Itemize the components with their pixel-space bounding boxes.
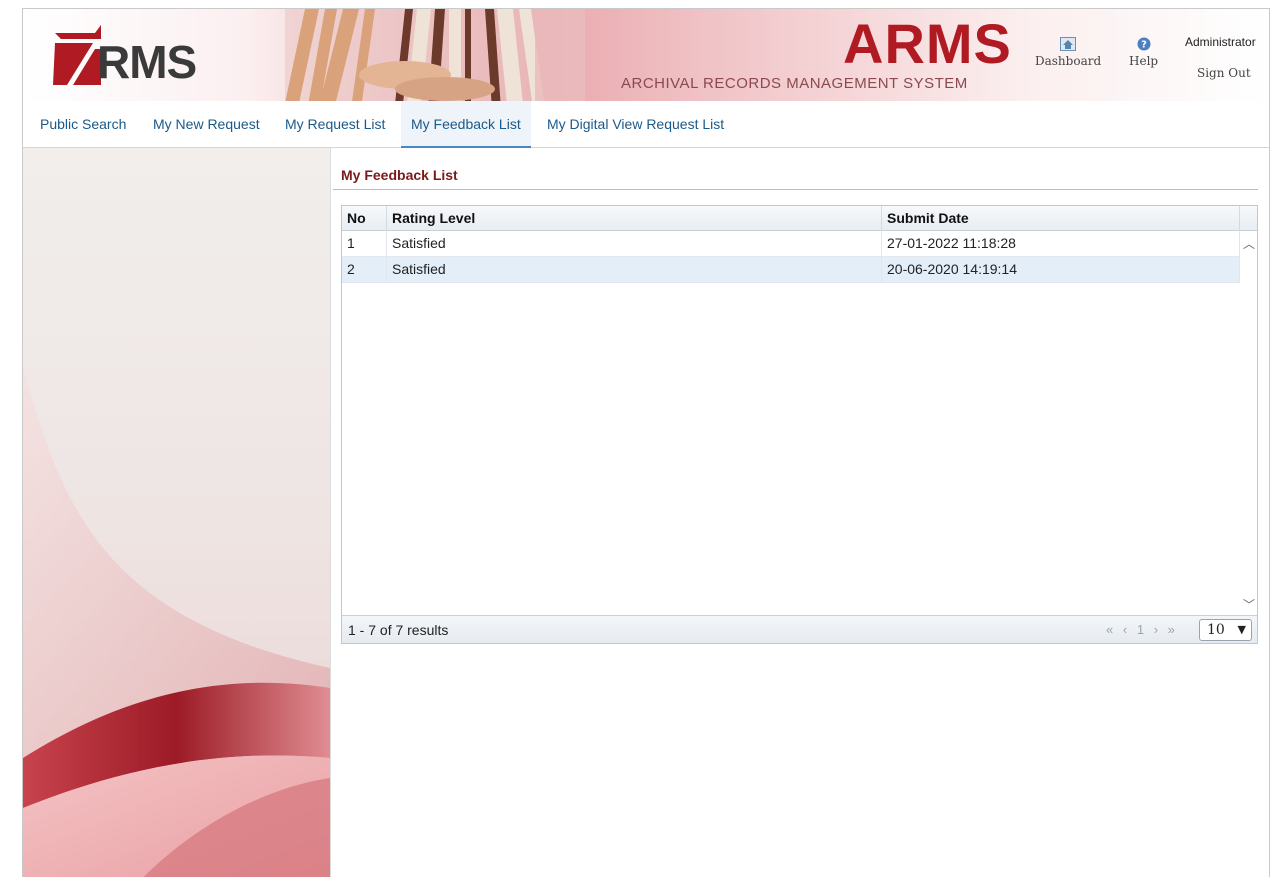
- tab-my-feedback-list[interactable]: My Feedback List: [401, 101, 531, 148]
- chevron-down-icon: ▼: [1237, 623, 1246, 636]
- pager: « ‹ 1 › »: [1106, 622, 1178, 637]
- tab-public-search[interactable]: Public Search: [40, 101, 126, 148]
- tab-my-digital-view-request-list[interactable]: My Digital View Request List: [547, 101, 724, 148]
- first-page-icon[interactable]: «: [1106, 622, 1116, 637]
- feedback-grid: No Rating Level Submit Date 1 Satisfied …: [341, 205, 1258, 644]
- table-row[interactable]: 2 Satisfied 20-06-2020 14:19:14: [342, 257, 1240, 283]
- arms-logo: RMS: [53, 25, 243, 88]
- app-frame: RMS ARMS ARCHIVAL RECORDS MANAGEMENT SYS…: [22, 8, 1270, 877]
- scroll-down-icon[interactable]: ﹀: [1243, 596, 1255, 613]
- main-nav: Public Search My New Request My Request …: [23, 101, 1269, 148]
- last-page-icon[interactable]: »: [1168, 622, 1178, 637]
- grid-header: No Rating Level Submit Date: [342, 206, 1257, 231]
- decorative-side-panel: [23, 148, 331, 877]
- cell-no: 1: [342, 231, 387, 256]
- logo-text: RMS: [97, 36, 197, 88]
- column-header-rating-level[interactable]: Rating Level: [387, 206, 882, 231]
- sign-out-link[interactable]: Sign Out: [1197, 66, 1251, 80]
- column-header-submit-date[interactable]: Submit Date: [882, 206, 1240, 231]
- cell-submit-date: 20-06-2020 14:19:14: [882, 257, 1240, 282]
- prev-page-icon[interactable]: ‹: [1123, 622, 1130, 637]
- page-number[interactable]: 1: [1137, 622, 1147, 637]
- brand-subtitle: ARCHIVAL RECORDS MANAGEMENT SYSTEM: [621, 75, 968, 92]
- svg-text:?: ?: [1141, 40, 1147, 51]
- scroll-up-icon[interactable]: ︿: [1243, 235, 1255, 252]
- cell-no: 2: [342, 257, 387, 282]
- results-count: 1 - 7 of 7 results: [348, 622, 449, 638]
- dashboard-icon: [1060, 37, 1077, 51]
- page-size-value: 10: [1207, 622, 1225, 638]
- header-banner: RMS ARMS ARCHIVAL RECORDS MANAGEMENT SYS…: [23, 9, 1269, 101]
- banner-photo: [285, 9, 585, 101]
- table-row[interactable]: 1 Satisfied 27-01-2022 11:18:28: [342, 231, 1240, 257]
- grid-scrollbar[interactable]: ︿ ﹀: [1240, 231, 1257, 615]
- title-divider: [333, 189, 1258, 190]
- cell-rating-level: Satisfied: [387, 231, 882, 256]
- help-icon: ?: [1137, 37, 1151, 51]
- column-header-no[interactable]: No: [342, 206, 387, 231]
- dashboard-button[interactable]: Dashboard: [1035, 37, 1101, 68]
- brand-title: ARMS: [843, 12, 1012, 75]
- cell-submit-date: 27-01-2022 11:18:28: [882, 231, 1240, 256]
- tab-my-request-list[interactable]: My Request List: [285, 101, 385, 148]
- page-size-select[interactable]: 10 ▼: [1199, 619, 1252, 641]
- help-button[interactable]: ? Help: [1129, 37, 1158, 68]
- grid-pager-bar: 1 - 7 of 7 results « ‹ 1 › » 10 ▼: [342, 615, 1257, 643]
- user-name: Administrator: [1185, 35, 1256, 49]
- cell-rating-level: Satisfied: [387, 257, 882, 282]
- page-title: My Feedback List: [341, 167, 458, 183]
- help-label: Help: [1129, 54, 1159, 68]
- tab-my-new-request[interactable]: My New Request: [153, 101, 260, 148]
- next-page-icon[interactable]: ›: [1154, 622, 1161, 637]
- dashboard-label: Dashboard: [1035, 54, 1102, 68]
